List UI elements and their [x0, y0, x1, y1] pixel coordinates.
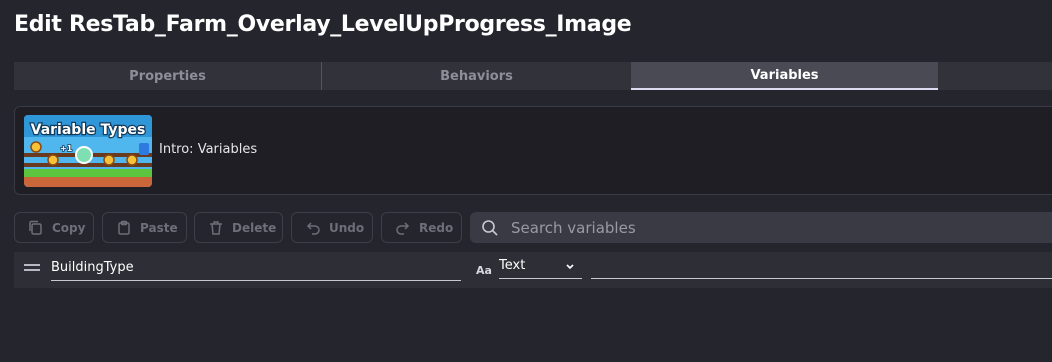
search-icon — [482, 219, 498, 236]
paste-button[interactable]: Paste — [102, 212, 187, 243]
chevron-down-icon — [566, 264, 574, 270]
tutorial-thumbnail[interactable]: Variable Types +1 — [24, 115, 152, 187]
delete-label: Delete — [232, 220, 277, 235]
tab-variables[interactable]: Variables — [631, 62, 938, 90]
tab-bar: Properties Behaviors Variables — [14, 62, 1052, 90]
variable-name-field[interactable]: BuildingType — [51, 260, 461, 281]
delete-button[interactable]: Delete — [194, 212, 283, 243]
tab-properties[interactable]: Properties — [14, 62, 322, 90]
variable-row: BuildingType Aa Text — [14, 252, 1052, 288]
undo-button[interactable]: Undo — [291, 212, 373, 243]
copy-button[interactable]: Copy — [14, 212, 94, 243]
tab-bar-filler — [938, 62, 1052, 90]
undo-label: Undo — [329, 220, 365, 235]
drag-handle-icon[interactable] — [24, 264, 40, 274]
tutorial-thumbnail-badge: +1 — [60, 144, 73, 153]
search-box[interactable] — [470, 212, 1052, 243]
redo-button[interactable]: Redo — [381, 212, 462, 243]
variable-type-value: Text — [499, 258, 526, 273]
paste-label: Paste — [140, 220, 178, 235]
tutorial-thumbnail-caption: Variable Types — [31, 122, 146, 138]
tab-behaviors[interactable]: Behaviors — [322, 62, 631, 90]
variable-value-field[interactable] — [591, 258, 1052, 279]
redo-icon — [396, 221, 410, 235]
copy-label: Copy — [52, 220, 86, 235]
redo-label: Redo — [419, 220, 454, 235]
search-input[interactable] — [509, 217, 1013, 238]
undo-icon — [306, 221, 320, 235]
tutorial-label[interactable]: Intro: Variables — [159, 142, 257, 157]
variable-type-select[interactable]: Text — [499, 258, 582, 279]
tutorial-card[interactable]: Variable Types +1 Intro: Variables — [14, 106, 1052, 195]
text-type-icon: Aa — [476, 264, 492, 277]
copy-icon — [29, 220, 42, 235]
page-title: Edit ResTab_Farm_Overlay_LevelUpProgress… — [14, 12, 632, 37]
tutorial-thumbnail-image: Variable Types +1 — [24, 115, 152, 187]
trash-icon — [210, 220, 222, 235]
clipboard-icon — [118, 220, 130, 235]
